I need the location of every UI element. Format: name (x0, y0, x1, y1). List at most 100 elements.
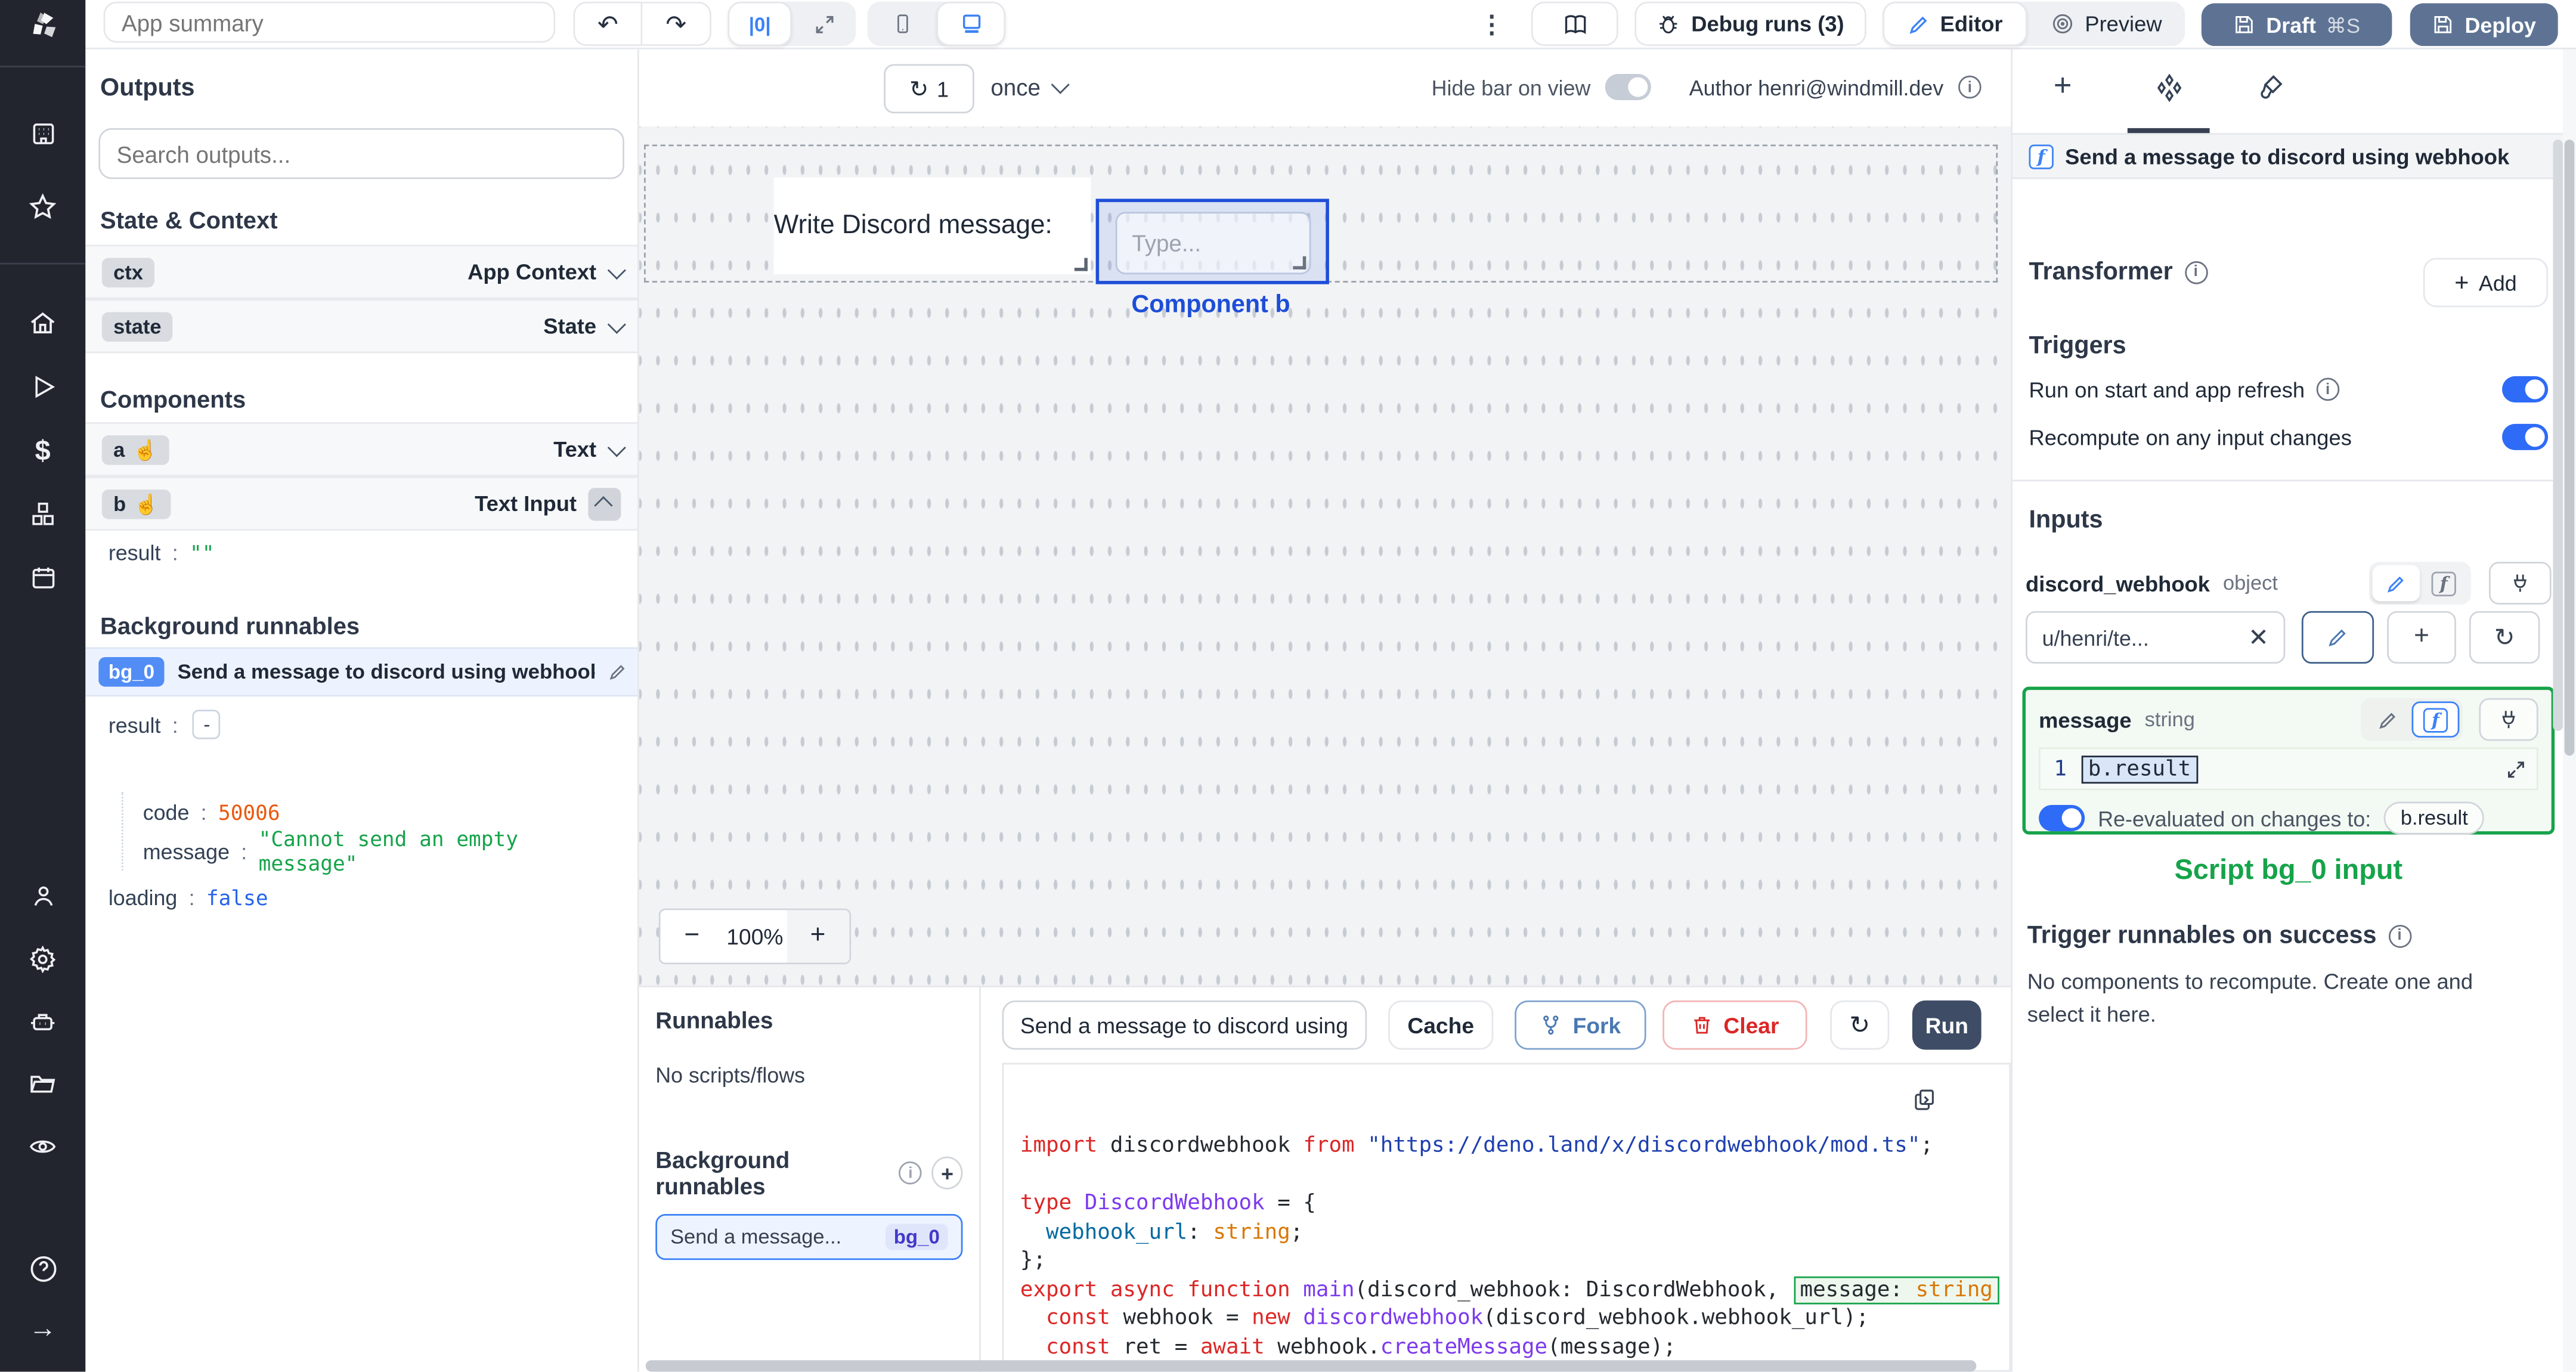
bg0-result-row[interactable]: result : - (109, 710, 221, 739)
canvas-container[interactable]: Write Discord message: Type... (643, 144, 1998, 284)
info-icon[interactable]: i (2388, 924, 2411, 947)
panel-scrollbar[interactable] (2553, 140, 2563, 732)
author-label: Author henri@windmill.dev (1689, 75, 1944, 100)
resources-cubes-icon[interactable] (0, 500, 85, 529)
collapse-chevron-button[interactable] (588, 487, 621, 520)
audit-eye-icon[interactable] (0, 1132, 85, 1162)
edit-resource-button[interactable] (2301, 611, 2374, 664)
fullscreen-button[interactable] (792, 2, 856, 46)
favorites-star-icon[interactable] (0, 192, 85, 222)
collapse-arrow-icon[interactable]: → (0, 1312, 85, 1345)
redo-button[interactable]: ↷ (642, 1, 711, 47)
debug-runs-button[interactable]: Debug runs (3) (1634, 1, 1866, 47)
bg0-code-row: code : 50006 (143, 799, 280, 824)
message-expression-editor[interactable]: 1 b.result (2039, 747, 2538, 791)
clear-x-icon[interactable]: ✕ (2248, 622, 2269, 652)
users-person-icon[interactable] (0, 882, 85, 910)
desktop-view-button[interactable] (936, 1, 1006, 47)
draft-button[interactable]: Draft ⌘S (2201, 3, 2392, 47)
windmill-logo[interactable] (0, 8, 85, 45)
clear-button[interactable]: Clear (1662, 1000, 1807, 1050)
resize-handle[interactable] (1074, 258, 1088, 271)
zoom-out-button[interactable]: − (661, 910, 724, 962)
app-summary-input[interactable] (103, 1, 556, 43)
chevron-down-icon[interactable] (607, 314, 626, 333)
eval-mode-button[interactable]: f (2420, 565, 2467, 602)
output-row-ctx[interactable]: ctx App Context (85, 244, 637, 299)
reeval-label: Re-evaluated on changes to: (2098, 806, 2371, 831)
text-component-a[interactable]: Write Discord message: (773, 177, 1091, 275)
info-icon[interactable]: i (899, 1161, 922, 1185)
webhook-resource-input[interactable]: u/henri/te... ✕ (2026, 611, 2286, 664)
workers-robot-icon[interactable] (0, 1007, 85, 1037)
run-on-start-toggle[interactable] (2502, 376, 2549, 402)
hide-bar-toggle[interactable] (1605, 73, 1652, 101)
output-row-state[interactable]: state State (85, 299, 637, 354)
refresh-mode-dropdown[interactable]: once (990, 64, 1070, 110)
text-input-b[interactable]: Type... (1115, 212, 1311, 275)
collapse-result-button[interactable]: - (193, 710, 221, 739)
preview-tab[interactable]: Preview (2027, 2, 2185, 46)
cache-button[interactable]: Cache (1388, 1000, 1494, 1050)
connect-plug-button[interactable] (2479, 698, 2538, 741)
resize-handle[interactable] (1293, 256, 1306, 270)
undo-button[interactable]: ↶ (573, 1, 643, 47)
search-outputs-input[interactable] (98, 128, 624, 179)
component-row-b[interactable]: b ☝ Text Input (85, 476, 637, 531)
background-runnables-title: Background runnables (100, 614, 360, 641)
settings-gear-icon[interactable] (0, 944, 85, 974)
styling-tab[interactable] (2256, 72, 2286, 102)
page-scrollbar[interactable] (2562, 49, 2576, 1372)
add-background-runnable-button[interactable]: + (931, 1156, 963, 1190)
connect-plug-button[interactable] (2488, 562, 2552, 605)
add-resource-button[interactable]: + (2387, 611, 2456, 664)
zoom-in-button[interactable]: + (786, 910, 850, 963)
docs-button[interactable] (1531, 1, 1618, 47)
mobile-view-button[interactable] (868, 2, 937, 46)
chevron-down-icon[interactable] (607, 438, 626, 457)
component-row-a[interactable]: a ☝ Text (85, 422, 637, 476)
home-icon[interactable] (0, 309, 85, 339)
static-mode-button[interactable] (2372, 565, 2420, 602)
plus-icon: + (2053, 69, 2072, 104)
b-result-row[interactable]: result : "" (109, 540, 215, 565)
insert-component-tab[interactable]: + (2054, 69, 2072, 106)
component-settings-tab[interactable] (2154, 72, 2185, 103)
info-icon[interactable]: i (2316, 377, 2339, 401)
refresh-resource-button[interactable]: ↻ (2469, 611, 2540, 664)
refresh-code-button[interactable]: ↻ (1830, 1000, 1890, 1050)
copy-icon[interactable] (1912, 1088, 1937, 1112)
textinput-component-b-selected[interactable]: Type... (1095, 199, 1329, 284)
bg0-output-row[interactable]: bg_0 Send a message to discord using web… (85, 647, 637, 697)
static-mode-button[interactable] (2364, 701, 2412, 738)
reeval-target-pill[interactable]: b.result (2384, 801, 2485, 835)
horizontal-scrollbar[interactable] (645, 1360, 1977, 1372)
bg0-runnable-item-selected[interactable]: Send a message... bg_0 (655, 1214, 963, 1260)
recompute-toggle[interactable] (2502, 423, 2549, 450)
help-question-icon[interactable] (0, 1253, 85, 1284)
chevron-down-icon[interactable] (607, 260, 626, 279)
workspace-icon[interactable] (0, 120, 85, 148)
expand-editor-icon[interactable] (2506, 758, 2527, 779)
runnable-name-input[interactable] (1002, 1000, 1367, 1050)
variables-dollar-icon[interactable]: $ (0, 435, 85, 468)
run-button[interactable]: Run (1912, 1000, 1981, 1050)
edit-pencil-icon[interactable] (608, 662, 627, 682)
refresh-count-button[interactable]: ↻ 1 (884, 64, 974, 114)
code-line: const ret = await webhook.createMessage(… (1046, 1334, 1676, 1359)
folders-icon[interactable] (0, 1070, 85, 1100)
more-menu-button[interactable]: ⋮ (1477, 2, 1507, 46)
schedules-calendar-icon[interactable] (0, 563, 85, 591)
code-editor[interactable]: import discordwebhook from "https://deno… (1002, 1063, 2011, 1372)
add-transformer-button[interactable]: + Add (2423, 258, 2549, 308)
editor-tab[interactable]: Editor (1883, 1, 2027, 47)
reeval-toggle[interactable] (2039, 804, 2085, 832)
eval-mode-button[interactable]: f (2411, 701, 2460, 738)
fork-button[interactable]: Fork (1515, 1000, 1646, 1050)
app-canvas[interactable]: Write Discord message: Type... Component… (639, 126, 2011, 986)
info-icon[interactable]: i (1958, 75, 1981, 99)
text-a-content: Write Discord message: (773, 211, 1052, 239)
centered-layout-button[interactable]: |0| (727, 1, 792, 47)
runs-play-icon[interactable] (0, 373, 85, 401)
deploy-button[interactable]: Deploy (2410, 3, 2558, 47)
